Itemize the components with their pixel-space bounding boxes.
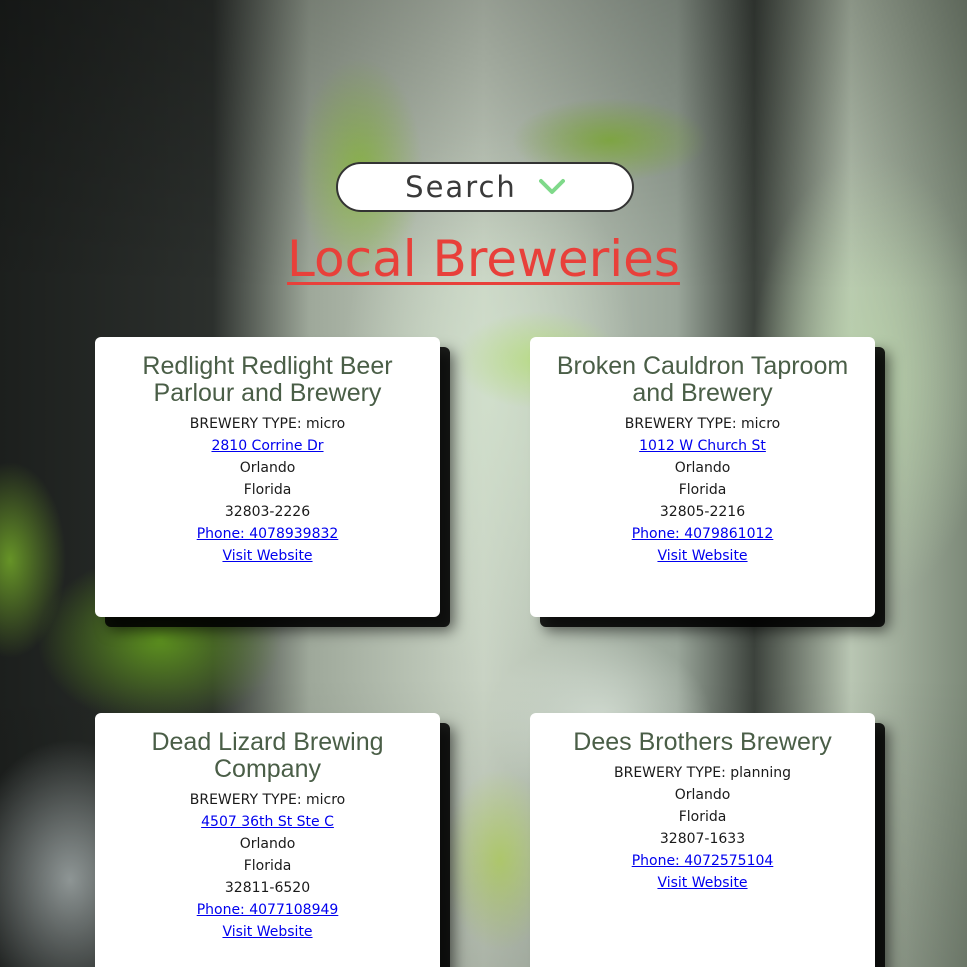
visit-website-link[interactable]: Visit Website xyxy=(657,545,747,567)
brewery-city: Orlando xyxy=(674,787,731,803)
brewery-city: Orlando xyxy=(674,460,731,476)
brewery-card: Broken Cauldron Taproom and Brewery BREW… xyxy=(530,337,875,617)
brewery-city: Orlando xyxy=(239,460,296,476)
brewery-type: BREWERY TYPE: micro xyxy=(624,416,781,432)
visit-website-link[interactable]: Visit Website xyxy=(657,872,747,894)
brewery-street-link[interactable]: 1012 W Church St xyxy=(639,435,766,457)
brewery-postal: 32805-2216 xyxy=(659,504,746,520)
brewery-phone-link[interactable]: Phone: 4077108949 xyxy=(197,899,339,921)
brewery-postal: 32811-6520 xyxy=(224,880,311,896)
visit-website-link[interactable]: Visit Website xyxy=(222,921,312,943)
brewery-name: Redlight Redlight Beer Parlour and Brewe… xyxy=(142,352,393,407)
brewery-state: Florida xyxy=(678,482,727,498)
brewery-phone-link[interactable]: Phone: 4079861012 xyxy=(632,523,774,545)
brewery-state: Florida xyxy=(243,858,292,874)
brewery-name: Broken Cauldron Taproom and Brewery xyxy=(556,352,849,407)
brewery-name: Dead Lizard Brewing Company xyxy=(151,728,384,783)
brewery-type: BREWERY TYPE: micro xyxy=(189,416,346,432)
search-dropdown-button[interactable]: Search xyxy=(336,162,634,212)
brewery-card: Redlight Redlight Beer Parlour and Brewe… xyxy=(95,337,440,617)
brewery-phone-link[interactable]: Phone: 4072575104 xyxy=(632,850,774,872)
brewery-postal: 32807-1633 xyxy=(659,831,746,847)
brewery-street-link[interactable]: 2810 Corrine Dr xyxy=(211,435,323,457)
chevron-down-icon xyxy=(538,178,565,196)
page-title[interactable]: Local Breweries xyxy=(0,230,967,288)
brewery-street-link[interactable]: 4507 36th St Ste C xyxy=(201,811,334,833)
search-label: Search xyxy=(405,170,517,204)
brewery-phone-link[interactable]: Phone: 4078939832 xyxy=(197,523,339,545)
brewery-type: BREWERY TYPE: micro xyxy=(189,792,346,808)
brewery-card: Dead Lizard Brewing Company BREWERY TYPE… xyxy=(95,713,440,967)
brewery-type: BREWERY TYPE: planning xyxy=(613,765,791,781)
brewery-city: Orlando xyxy=(239,836,296,852)
brewery-card: Dees Brothers Brewery BREWERY TYPE: plan… xyxy=(530,713,875,967)
brewery-name: Dees Brothers Brewery xyxy=(573,728,832,756)
brewery-state: Florida xyxy=(243,482,292,498)
brewery-postal: 32803-2226 xyxy=(224,504,311,520)
brewery-state: Florida xyxy=(678,809,727,825)
visit-website-link[interactable]: Visit Website xyxy=(222,545,312,567)
